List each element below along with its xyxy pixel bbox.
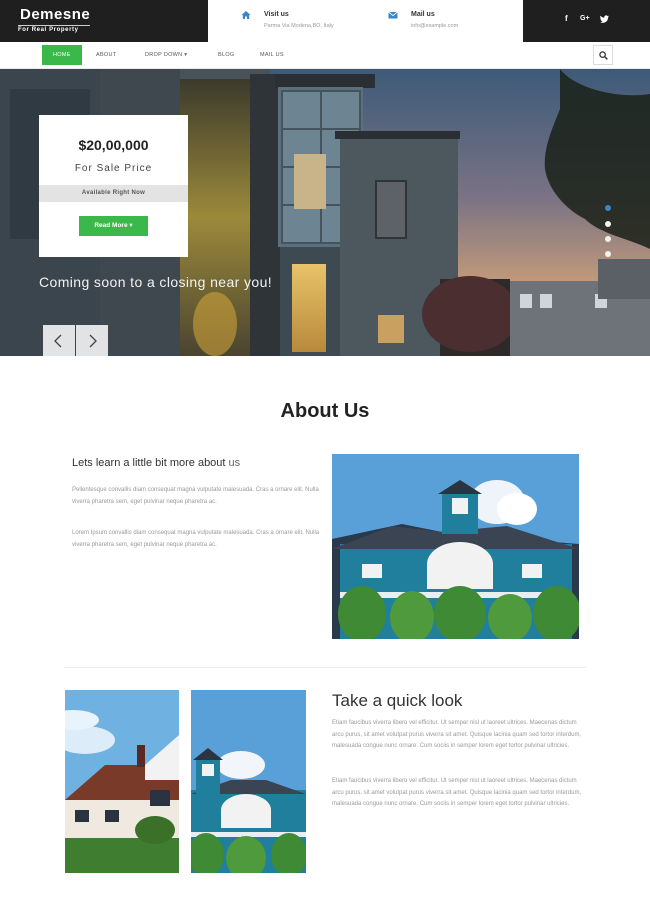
read-more-button[interactable]: Read More ▾ xyxy=(79,216,148,236)
quick-look-house-illustration-1 xyxy=(65,690,179,873)
about-subtitle-highlight: us xyxy=(228,457,241,469)
search-button[interactable] xyxy=(593,45,613,65)
slide-dot-3[interactable] xyxy=(605,236,611,242)
nav-item-home[interactable]: HOME xyxy=(42,45,82,65)
price-value: $20,00,000 xyxy=(78,137,149,153)
about-house-illustration xyxy=(332,454,579,639)
price-card: $20,00,000 For Sale Price Available Righ… xyxy=(39,115,188,257)
slide-dot-2[interactable] xyxy=(605,221,611,227)
twitter-icon[interactable] xyxy=(600,15,609,23)
contact-visit: Visit us Parma Via Modena,BO, Italy xyxy=(208,0,374,42)
about-subtitle: Lets learn a little bit more about us xyxy=(72,457,240,469)
availability-badge: Available Right Now xyxy=(39,185,188,202)
hero-caption: Coming soon to a closing near you! xyxy=(39,274,273,290)
price-label: For Sale Price xyxy=(74,163,153,174)
envelope-icon xyxy=(388,11,398,19)
contact-mail-title: Mail us xyxy=(411,11,435,18)
home-icon xyxy=(241,11,251,19)
contact-visit-title: Visit us xyxy=(264,11,289,18)
nav-item-mail-us[interactable]: MAIL US xyxy=(260,45,284,65)
nav-item-dropdown[interactable]: DROP DOWN ▾ xyxy=(145,45,187,65)
about-house-image xyxy=(332,454,579,639)
next-slide-button[interactable] xyxy=(76,325,108,356)
nav-item-blog[interactable]: BLOG xyxy=(218,45,234,65)
about-subtitle-main: Lets learn a little bit more about xyxy=(72,457,226,469)
slide-dot-4[interactable] xyxy=(605,251,611,257)
main-nav: HOME ABOUT DROP DOWN ▾ BLOG MAIL US xyxy=(0,42,650,69)
social-links: f G+ xyxy=(523,0,650,42)
brand-name: Demesne xyxy=(20,6,91,23)
brand-logo[interactable]: Demesne For Real Property xyxy=(0,0,208,42)
about-title: About Us xyxy=(280,400,370,422)
google-plus-icon[interactable]: G+ xyxy=(580,15,590,22)
search-icon xyxy=(599,51,608,60)
brand-tagline: For Real Property xyxy=(18,27,79,33)
quick-look-paragraph-2: Etiam faucibus viverra libero vel effici… xyxy=(332,778,582,808)
quick-look-paragraph-1: Etiam faucibus viverra libero vel effici… xyxy=(332,720,582,750)
quick-look-house-illustration-2 xyxy=(191,690,306,873)
about-paragraph-2: Lorem Ipsum convallis diam consequat mag… xyxy=(72,530,320,548)
about-paragraph-1: Pellentesque convallis diam consequat ma… xyxy=(72,487,319,505)
quick-look-image-1 xyxy=(65,690,179,873)
contact-mail-address[interactable]: info@example.com xyxy=(411,23,458,29)
section-divider xyxy=(64,667,586,668)
contact-visit-address: Parma Via Modena,BO, Italy xyxy=(264,23,334,29)
brand-divider xyxy=(18,25,90,26)
slide-dot-1[interactable] xyxy=(605,205,611,211)
chevron-right-icon xyxy=(89,334,97,348)
hero-slider: $20,00,000 For Sale Price Available Righ… xyxy=(0,69,650,356)
top-bar: Demesne For Real Property Visit us Parma… xyxy=(0,0,650,42)
facebook-icon[interactable]: f xyxy=(565,14,568,23)
nav-item-about[interactable]: ABOUT xyxy=(96,45,116,65)
quick-look-title: Take a quick look xyxy=(332,691,463,710)
contact-mail: Mail us info@example.com xyxy=(374,0,523,42)
chevron-left-icon xyxy=(54,334,62,348)
quick-look-image-2 xyxy=(191,690,306,873)
prev-slide-button[interactable] xyxy=(43,325,75,356)
